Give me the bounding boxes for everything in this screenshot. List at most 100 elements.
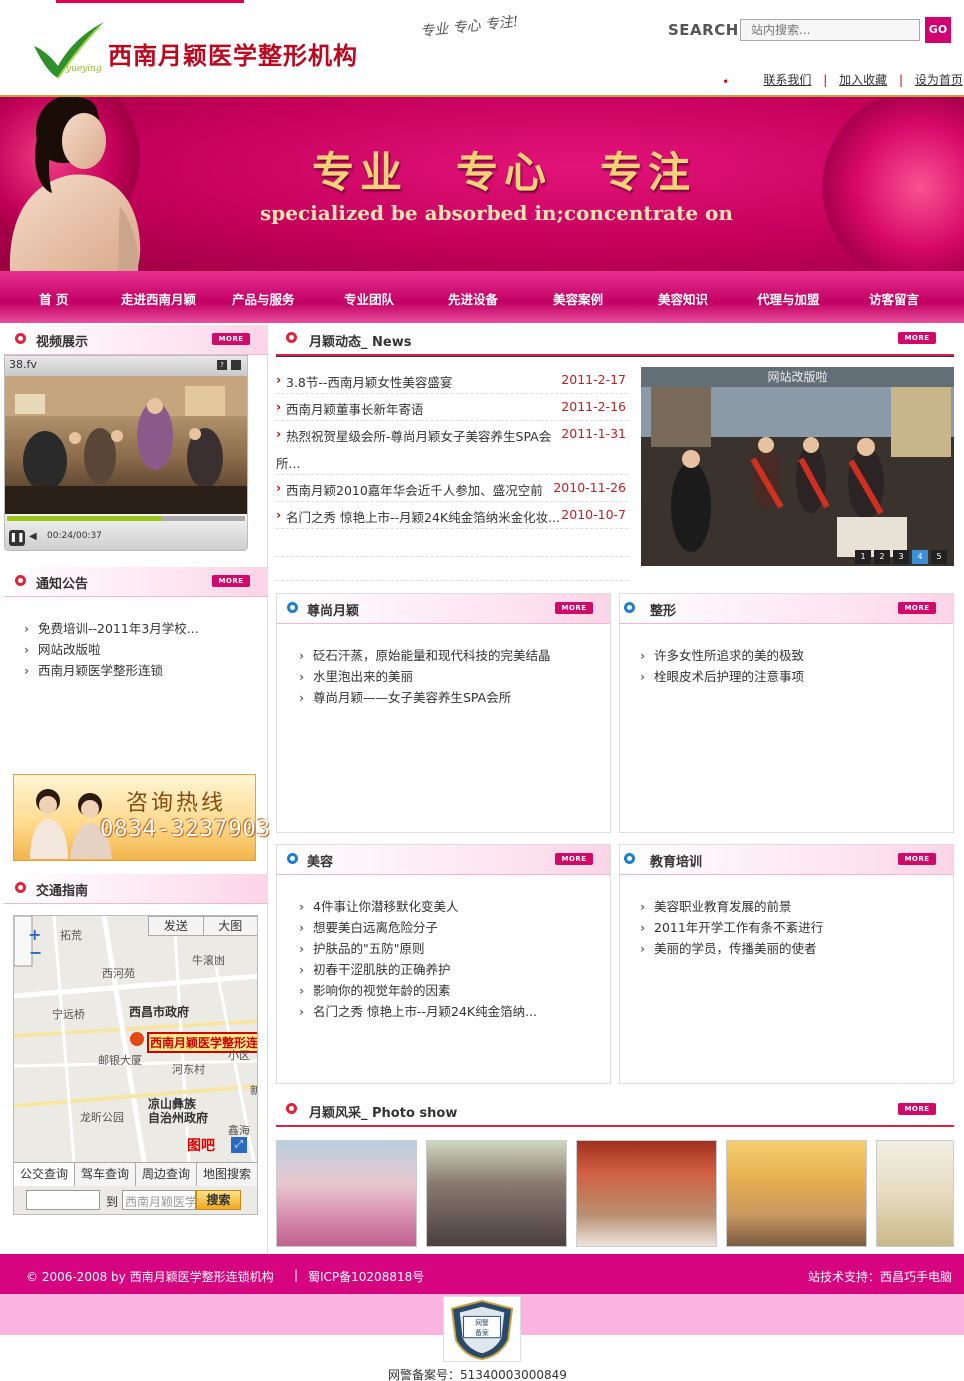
nav-knowledge[interactable]: 美容知识 xyxy=(658,289,708,308)
expand-icon[interactable]: ⤢ xyxy=(231,1137,247,1153)
slideshow-caption: 网站改版啦 xyxy=(641,367,954,387)
nav-team[interactable]: 专业团队 xyxy=(344,289,394,308)
tuba-logo: 图吧 xyxy=(187,1138,215,1154)
list-item[interactable]: 名门之秀 惊艳上市--月颖24K纯金箔纳... xyxy=(295,1001,537,1022)
photo-thumbnail[interactable] xyxy=(726,1140,867,1247)
to-label: 到 xyxy=(106,1195,119,1209)
panel-more-button[interactable]: MORE xyxy=(555,602,593,614)
map-place: 宁远桥 xyxy=(52,1008,85,1021)
footer-support[interactable]: 站技术支持：西昌巧手电脑 xyxy=(808,1268,952,1285)
photo-more-button[interactable]: MORE xyxy=(898,1103,936,1115)
help-icon[interactable]: ? xyxy=(217,360,227,370)
news-slideshow[interactable]: 网站改版啦 1 2 3 4 5 xyxy=(641,367,954,566)
map-to-input[interactable]: 西南月颖医学 xyxy=(122,1190,196,1210)
video-more-button[interactable]: MORE xyxy=(212,333,250,345)
map-place: 河东村 xyxy=(172,1063,205,1076)
photo-thumbnail[interactable] xyxy=(876,1140,954,1247)
zoom-in-icon[interactable]: + xyxy=(28,925,41,944)
search-input[interactable] xyxy=(740,19,920,41)
panel-title: 美容 xyxy=(307,855,334,870)
banner-slogan-cn: 专业 专心 专注 xyxy=(312,148,697,197)
list-item[interactable]: 尊尚月颖——女子美容养生SPA会所 xyxy=(295,687,551,708)
panel-more-button[interactable]: MORE xyxy=(898,853,936,865)
list-item[interactable]: 美丽的学员，传播美丽的使者 xyxy=(636,938,823,959)
tab-map-search[interactable]: 地图搜索 xyxy=(197,1163,257,1186)
beian-number[interactable]: 网警备案号：51340003000849 xyxy=(388,1366,567,1381)
nav-products[interactable]: 产品与服务 xyxy=(232,289,295,308)
add-favorite-link[interactable]: 加入收藏 xyxy=(839,73,887,87)
map-send-button[interactable]: 发送 xyxy=(149,917,204,935)
slide-page-4[interactable]: 4 xyxy=(912,550,928,564)
contact-us-link[interactable]: 联系我们 xyxy=(763,73,811,87)
list-item[interactable]: 初春干涩肌肤的正确养护 xyxy=(295,959,537,980)
video-progress-bar[interactable] xyxy=(7,516,245,521)
list-item[interactable]: 许多女性所追求的美的极致 xyxy=(636,645,804,666)
video-section-header: 视频展示 MORE xyxy=(4,325,268,355)
map-enlarge-button[interactable]: 大图 xyxy=(204,917,258,935)
tab-bus[interactable]: 公交查询 xyxy=(14,1163,75,1186)
search-label: SEARCH xyxy=(668,21,739,39)
list-item[interactable]: 水里泡出来的美丽 xyxy=(295,666,551,687)
section-bullet-icon xyxy=(15,882,26,893)
list-item[interactable]: 护肤品的"五防"原则 xyxy=(295,938,537,959)
zoom-out-icon[interactable]: − xyxy=(29,943,42,962)
list-item[interactable]: 网站改版啦 xyxy=(20,639,199,660)
photo-thumbnail[interactable] xyxy=(576,1140,717,1247)
nav-cases[interactable]: 美容案例 xyxy=(553,289,603,308)
map-from-input[interactable] xyxy=(26,1190,100,1210)
photo-thumbnail[interactable] xyxy=(276,1140,417,1247)
news-section-header: 月颖动态_ News MORE xyxy=(276,325,954,356)
site-logo-title[interactable]: 西南月颖医学整形机构 xyxy=(108,36,358,71)
list-item[interactable]: 影响你的视觉年龄的因素 xyxy=(295,980,537,1001)
panel-more-button[interactable]: MORE xyxy=(898,602,936,614)
video-section-title: 视频展示 xyxy=(36,335,89,350)
news-item[interactable]: 热烈祝贺星级会所-尊尚月颖女子美容养生SPA会2011-1-31 xyxy=(276,421,628,448)
list-item[interactable]: 免费培训--2011年3月学校... xyxy=(20,618,199,639)
tab-drive[interactable]: 驾车查询 xyxy=(75,1163,136,1186)
map-widget[interactable]: + − 发送 大图 拓荒 西河苑 牛滚凼 宁远桥 西昌市政府 西南月颖医学整形连… xyxy=(13,915,258,1215)
volume-icon[interactable]: ◀ xyxy=(29,531,37,542)
list-item[interactable]: 美容职业教育发展的前景 xyxy=(636,896,823,917)
news-item[interactable]: 3.8节--西南月颖女性美容盛宴2011-2-17 xyxy=(276,367,628,394)
news-item[interactable]: 西南月颖董事长新年寄语2011-2-16 xyxy=(276,394,628,421)
map-place: 牛滚凼 xyxy=(192,954,225,967)
news-more-button[interactable]: MORE xyxy=(898,332,936,344)
fullscreen-icon[interactable] xyxy=(231,360,241,370)
nav-home[interactable]: 首 页 xyxy=(39,289,68,308)
slide-page-1[interactable]: 1 xyxy=(855,550,871,564)
notice-more-button[interactable]: MORE xyxy=(212,575,250,587)
list-item[interactable]: 4件事让你潜移默化变美人 xyxy=(295,896,537,917)
photo-thumbnail[interactable] xyxy=(426,1140,567,1247)
list-item[interactable]: 栓眼皮术后护理的注意事项 xyxy=(636,666,804,687)
map-search-button[interactable]: 搜索 xyxy=(196,1190,241,1210)
panel-meirong: 美容 MORE 4件事让你潜移默化变美人 想要美白远离危险分子 护肤品的"五防"… xyxy=(276,844,611,1084)
news-item-continued[interactable]: 所... xyxy=(276,448,628,475)
nav-equipment[interactable]: 先进设备 xyxy=(448,289,498,308)
panel-list: 许多女性所追求的美的极致 栓眼皮术后护理的注意事项 xyxy=(636,645,804,687)
nav-about[interactable]: 走进西南月颖 xyxy=(121,289,196,308)
news-item[interactable]: 西南月颖2010嘉年华会近千人参加、盛况空前2010-11-26 xyxy=(276,475,628,502)
police-badge-icon[interactable]: 网警 备案 xyxy=(443,1296,521,1362)
video-controls: ❚❚ ◀ 00:24/00:37 xyxy=(5,514,247,550)
panel-list: 美容职业教育发展的前景 2011年开学工作有条不紊进行 美丽的学员，传播美丽的使… xyxy=(636,896,823,959)
footer-icp[interactable]: 蜀ICP备10208818号 xyxy=(308,1268,424,1285)
tab-nearby[interactable]: 周边查询 xyxy=(136,1163,197,1186)
slide-page-2[interactable]: 2 xyxy=(874,550,890,564)
video-player[interactable]: 38.fv ? ❚❚ ◀ 00:24/00:37 xyxy=(4,355,248,551)
consult-hotline-banner[interactable]: 咨询热线 0834-3237903 xyxy=(13,774,270,861)
set-homepage-link[interactable]: 设为首页 xyxy=(915,73,963,87)
list-item[interactable]: 2011年开学工作有条不紊进行 xyxy=(636,917,823,938)
nav-franchise[interactable]: 代理与加盟 xyxy=(757,289,820,308)
panel-more-button[interactable]: MORE xyxy=(555,853,593,865)
location-pin-icon[interactable] xyxy=(130,1032,144,1046)
slide-page-5[interactable]: 5 xyxy=(931,550,947,564)
list-item[interactable]: 想要美白远离危险分子 xyxy=(295,917,537,938)
pause-icon[interactable]: ❚❚ xyxy=(9,530,25,546)
slide-page-3[interactable]: 3 xyxy=(893,550,909,564)
search-go-button[interactable]: GO xyxy=(925,17,951,43)
video-filename: 38.fv xyxy=(5,356,247,376)
list-item[interactable]: 砭石汗蒸，原始能量和现代科技的完美结晶 xyxy=(295,645,551,666)
news-item[interactable]: 名门之秀 惊艳上市--月颖24K纯金箔纳米金化妆...2010-10-7 xyxy=(276,502,628,529)
nav-guestbook[interactable]: 访客留言 xyxy=(869,289,919,308)
list-item[interactable]: 西南月颖医学整形连锁 xyxy=(20,660,199,681)
